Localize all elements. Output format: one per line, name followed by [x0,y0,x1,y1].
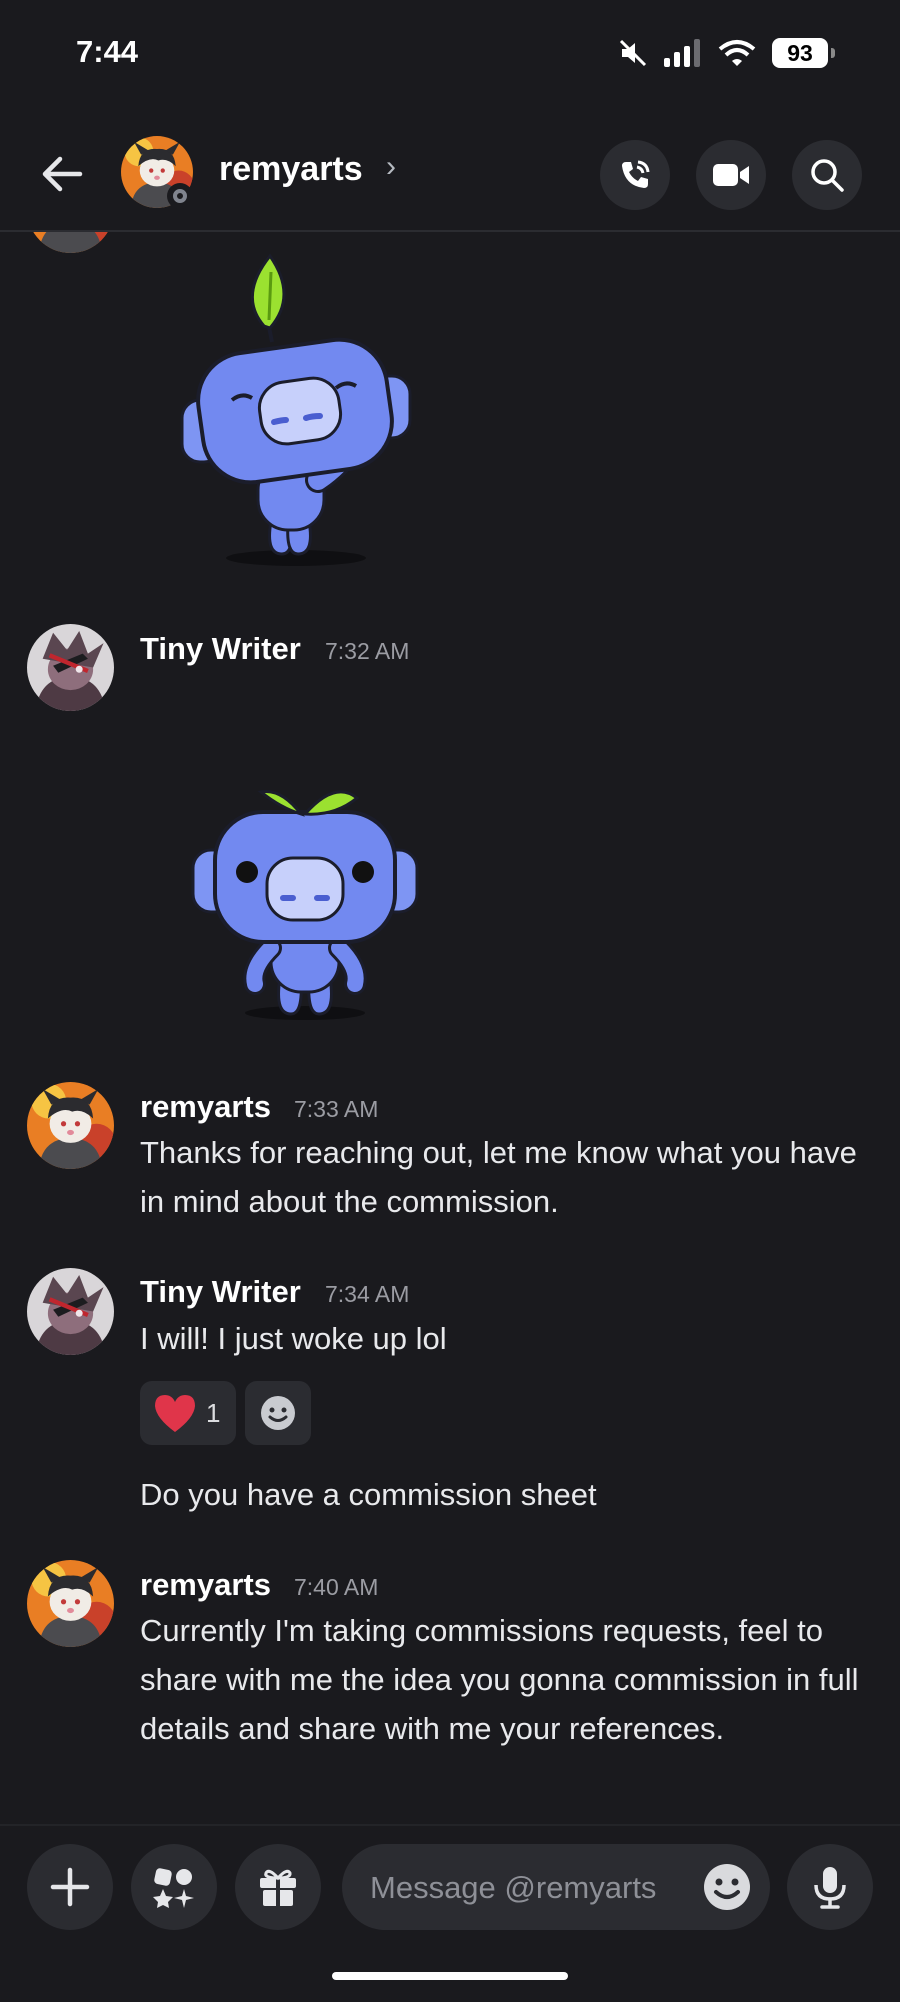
heart-reaction[interactable]: 1 [140,1381,236,1445]
wumpus-standing-sticker[interactable] [185,758,445,1023]
tiny-writer-avatar[interactable] [27,624,114,711]
message-timestamp: 7:32 AM [325,638,410,664]
remyarts-avatar[interactable] [27,1560,114,1647]
status-bar: 7:44 93 [0,0,900,110]
message-composer [0,1824,900,2002]
voice-message-button[interactable] [787,1844,873,1930]
red-heart-icon [155,1395,195,1432]
message-timestamp: 7:34 AM [325,1281,410,1307]
message-text: Currently I'm taking commissions request… [140,1613,859,1746]
message-text: Thanks for reaching out, let me know wha… [140,1135,857,1219]
status-icons: 93 [618,38,835,68]
mute-icon [619,39,647,67]
message-input-field[interactable] [342,1844,770,1932]
offline-status-icon [167,183,193,209]
message-author[interactable]: remyarts [140,1089,271,1125]
gift-icon [260,1869,296,1906]
dm-title[interactable]: remyarts [219,150,363,189]
wumpus-waving-sticker[interactable] [172,250,432,570]
tiny-writer-avatar[interactable] [27,1268,114,1355]
emoji-button[interactable] [684,1844,770,1930]
emoji-icon [704,1864,750,1910]
attach-button[interactable] [27,1844,113,1930]
signal-icon [664,39,700,67]
plus-icon [50,1867,90,1907]
add-reaction-button[interactable] [245,1381,311,1445]
status-time: 7:44 [76,34,139,69]
apps-button[interactable] [131,1844,217,1930]
remyarts-avatar[interactable] [27,1082,114,1169]
dm-header: remyarts › [0,110,900,232]
message-input[interactable] [368,1844,682,1932]
wifi-icon [718,40,756,66]
battery-icon: 93 [772,38,835,68]
reaction-count: 1 [206,1397,221,1428]
message-author[interactable]: Tiny Writer [140,631,301,667]
message-text: I will! I just woke up lol [140,1321,447,1356]
back-arrow-icon[interactable] [36,148,88,200]
chevron-right-icon[interactable]: › [386,150,396,184]
message-author[interactable]: remyarts [140,1567,271,1603]
video-call-button[interactable] [696,140,766,210]
search-icon [811,159,844,192]
message-author[interactable]: Tiny Writer [140,1274,301,1310]
search-button[interactable] [792,140,862,210]
message-timestamp: 7:33 AM [294,1096,379,1122]
add-reaction-icon [261,1396,295,1430]
apps-icon [153,1868,194,1908]
microphone-icon [814,1867,846,1909]
message-text-followup: Do you have a commission sheet [140,1477,597,1512]
message-timestamp: 7:40 AM [294,1574,379,1600]
voice-call-icon [622,160,650,188]
voice-call-button[interactable] [600,140,670,210]
gift-button[interactable] [235,1844,321,1930]
video-call-icon [713,164,749,186]
home-indicator[interactable] [332,1972,568,1980]
